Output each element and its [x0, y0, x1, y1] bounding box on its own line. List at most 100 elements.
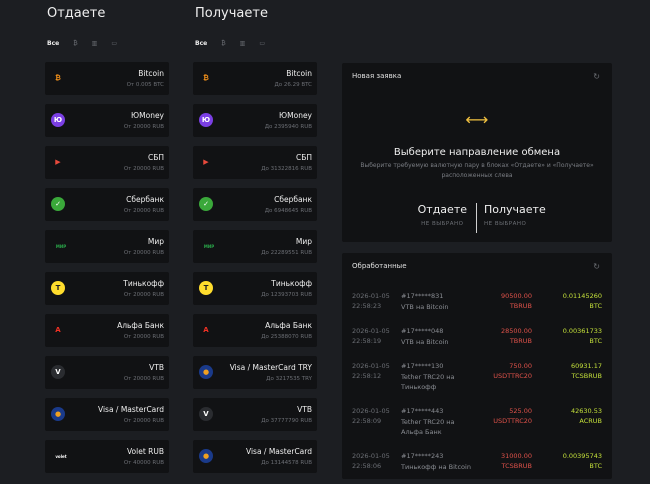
- direction-give[interactable]: Отдаете НЕ ВЫБРАНО: [418, 203, 467, 227]
- currency-limit: До 26.29 BTC: [274, 82, 312, 88]
- order-desc: Tether TRC20 на Тинькофф: [401, 372, 455, 392]
- tinkoff-icon: T: [51, 281, 65, 295]
- currency-item[interactable]: ₿ Bitcoin От 0.005 BTC: [45, 62, 169, 95]
- visa-mastercard-icon: ●: [51, 407, 65, 421]
- currency-name: Bitcoin: [138, 69, 164, 78]
- get-filter-bank-icon[interactable]: ▥: [240, 40, 246, 47]
- order-get-amount: 0.01145260: [562, 292, 602, 300]
- refresh-icon[interactable]: ↻: [593, 72, 600, 81]
- order-date: 2026-01-05 22:58:06: [352, 451, 398, 471]
- currency-item[interactable]: ✓ Сбербанк От 20000 RUB: [45, 188, 169, 221]
- currency-limit: До 37777790 RUB: [261, 418, 312, 424]
- alfabank-icon: А: [55, 326, 61, 334]
- order-give-amount: 90500.00: [500, 292, 532, 300]
- order-give-amount: 525.00: [509, 407, 532, 415]
- order-date-time: 22:58:19: [352, 337, 382, 345]
- give-filter-crypto-icon[interactable]: ₿: [73, 40, 77, 47]
- currency-item[interactable]: А Альфа Банк До 25388070 RUB: [193, 314, 317, 347]
- get-filter-crypto-icon[interactable]: ₿: [221, 40, 225, 47]
- give-filter-card-icon[interactable]: ▭: [111, 40, 117, 47]
- order-give-currency: TCSBRUB: [501, 462, 532, 470]
- currency-item[interactable]: ✓ Сбербанк До 6948645 RUB: [193, 188, 317, 221]
- order-info: #17*****048 VTB на Bitcoin: [401, 326, 471, 347]
- order-date: 2026-01-05 22:58:23: [352, 291, 398, 311]
- currency-limit: От 20000 RUB: [123, 292, 164, 298]
- currency-limit: До 2395940 RUB: [264, 124, 312, 130]
- new-order-panel: Новая заявка ↻ ⟷ Выберите направление об…: [342, 63, 612, 242]
- order-row: 2026-01-05 22:58:12 #17*****130 Tether TRC2…: [352, 361, 602, 402]
- direction-selector: Отдаете НЕ ВЫБРАНО Получаете НЕ ВЫБРАНО: [342, 203, 612, 233]
- currency-item[interactable]: T Тинькофф От 20000 RUB: [45, 272, 169, 305]
- currency-name: Тинькофф: [271, 279, 312, 288]
- order-date-time: 22:58:09: [352, 417, 382, 425]
- currency-item[interactable]: ₿ Bitcoin До 26.29 BTC: [193, 62, 317, 95]
- currency-name: Тинькофф: [123, 279, 164, 288]
- order-give-amount: 28500.00: [500, 327, 532, 335]
- direction-get[interactable]: Получаете НЕ ВЫБРАНО: [484, 203, 546, 227]
- yoomoney-icon: Ю: [51, 113, 65, 127]
- volet-icon: volet: [55, 453, 67, 459]
- give-filter-bank-icon[interactable]: ▥: [92, 40, 98, 47]
- order-get: 42630.53 ACRUB: [571, 406, 602, 426]
- direction-give-label: Отдаете: [417, 203, 467, 216]
- currency-name: СБП: [295, 153, 312, 162]
- mir-icon: МИР: [203, 243, 215, 249]
- sbp-icon: ▶: [203, 158, 209, 166]
- order-get-amount: 60931.17: [570, 362, 602, 370]
- refresh-icon[interactable]: ↻: [593, 262, 600, 271]
- order-date: 2026-01-05 22:58:12: [352, 361, 398, 381]
- currency-item[interactable]: V VTB До 37777790 RUB: [193, 398, 317, 431]
- visa-mastercard-icon: ●: [199, 449, 213, 463]
- currency-item[interactable]: Ю ЮMoney До 2395940 RUB: [193, 104, 317, 137]
- processed-title: Обработанные: [352, 262, 407, 270]
- currency-limit: От 20000 RUB: [123, 334, 164, 340]
- direction-give-status: НЕ ВЫБРАНО: [421, 221, 464, 227]
- currency-name: Сбербанк: [274, 195, 312, 204]
- order-desc: VTB на Bitcoin: [401, 337, 449, 346]
- currency-item[interactable]: Ю ЮMoney От 20000 RUB: [45, 104, 169, 137]
- currency-item[interactable]: V VTB От 20000 RUB: [45, 356, 169, 389]
- order-get-currency: ACRUB: [579, 417, 602, 425]
- order-get: 0.00361733 BTC: [563, 326, 602, 346]
- currency-name: Сбербанк: [126, 195, 164, 204]
- currency-item[interactable]: ▶ СБП До 31322816 RUB: [193, 146, 317, 179]
- give-currency-list: ₿ Bitcoin От 0.005 BTC Ю ЮMoney От 20000 RUB ▶…: [45, 62, 169, 482]
- currency-item[interactable]: ▶ СБП От 20000 RUB: [45, 146, 169, 179]
- order-give-amount: 750.00: [509, 362, 532, 370]
- order-row: 2026-01-05 22:58:09 #17*****443 Tether TRC2…: [352, 406, 602, 447]
- currency-item[interactable]: ● Visa / MasterCard TRY До 3217535 TRY: [193, 356, 317, 389]
- order-id: #17*****831: [401, 292, 444, 300]
- order-give: 525.00 USDTTRC20: [493, 406, 532, 426]
- currency-item[interactable]: МИР Мир От 20000 RUB: [45, 230, 169, 263]
- currency-limit: От 0.005 BTC: [126, 82, 164, 88]
- order-row: 2026-01-05 22:58:06 #17*****243 Тинькофф на…: [352, 451, 602, 482]
- order-desc: Tether TRC20 на Альфа Банк: [401, 417, 455, 437]
- order-get-currency: BTC: [589, 302, 602, 310]
- currency-name: Volet RUB: [126, 447, 164, 456]
- order-info: #17*****831 VTB на Bitcoin: [401, 291, 471, 312]
- currency-item[interactable]: volet Volet RUB От 40000 RUB: [45, 440, 169, 473]
- direction-divider: [476, 203, 477, 233]
- get-filter-card-icon[interactable]: ▭: [259, 40, 265, 47]
- order-get-currency: BTC: [589, 337, 602, 345]
- mir-icon: МИР: [55, 243, 67, 249]
- currency-item[interactable]: МИР Мир До 22289551 RUB: [193, 230, 317, 263]
- processed-panel: Обработанные ↻ 2026-01-05 22:58:23 #17****…: [342, 253, 612, 479]
- order-get-amount: 0.00395743: [562, 452, 602, 460]
- currency-item[interactable]: ● Visa / MasterCard От 20000 RUB: [45, 398, 169, 431]
- currency-item[interactable]: ● Visa / MasterCard До 13144578 RUB: [193, 440, 317, 473]
- give-filter-all[interactable]: Все: [47, 40, 59, 47]
- currency-name: Альфа Банк: [117, 321, 164, 330]
- order-id: #17*****443: [401, 407, 444, 415]
- order-get-currency: TCSBRUB: [571, 372, 602, 380]
- order-date-day: 2026-01-05: [352, 452, 390, 460]
- get-currency-list: ₿ Bitcoin До 26.29 BTC Ю ЮMoney До 2395940 RU…: [193, 62, 317, 482]
- currency-name: Visa / MasterCard: [245, 447, 312, 456]
- give-filters: Все ₿ ▥ ▭: [47, 40, 117, 47]
- get-filter-all[interactable]: Все: [195, 40, 207, 47]
- order-row: 2026-01-05 22:58:23 #17*****831 VTB на Bitc…: [352, 291, 602, 322]
- currency-name: Visa / MasterCard TRY: [229, 363, 312, 372]
- currency-item[interactable]: T Тинькофф До 12393703 RUB: [193, 272, 317, 305]
- currency-item[interactable]: А Альфа Банк От 20000 RUB: [45, 314, 169, 347]
- currency-limit: От 40000 RUB: [123, 460, 164, 466]
